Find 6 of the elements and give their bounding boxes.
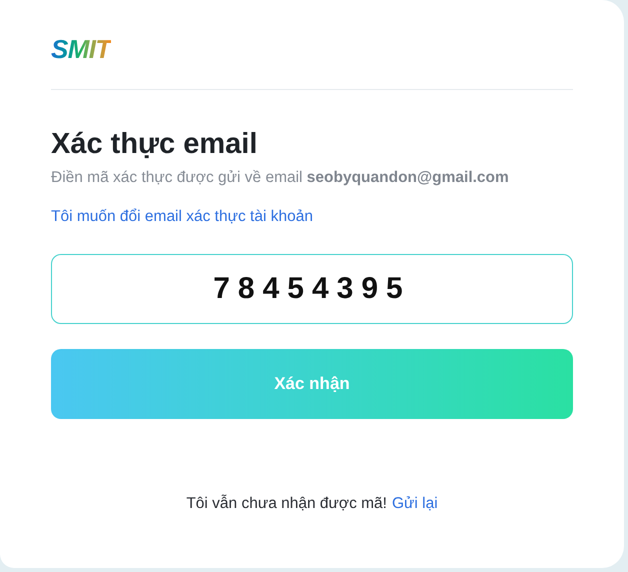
resend-prompt: Tôi vẫn chưa nhận được mã! — [186, 494, 387, 514]
code-field[interactable]: 78454395 — [51, 254, 573, 324]
resend-link[interactable]: Gửi lại — [392, 493, 438, 515]
change-email-link[interactable]: Tôi muốn đổi email xác thực tài khoản — [51, 206, 313, 228]
description-text: Điền mã xác thực được gửi về email seobyquandon@gmail.com — [51, 168, 510, 188]
page-title: Xác thực email — [51, 127, 258, 162]
